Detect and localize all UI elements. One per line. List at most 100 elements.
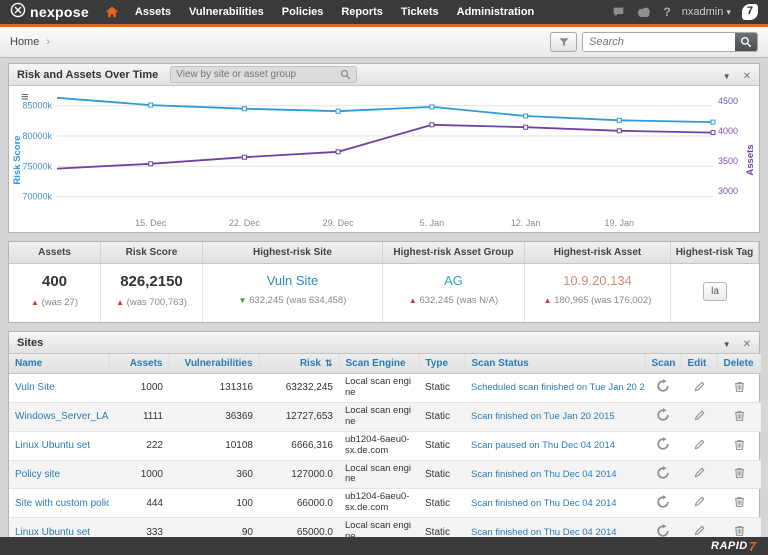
risk-assets-chart: 70000k75000k80000k85000k3000350040004500… [9, 88, 759, 232]
col-scan: Scan [645, 354, 681, 374]
edit-button[interactable] [693, 495, 706, 508]
scan-button[interactable] [656, 408, 670, 422]
site-name-link[interactable]: Linux Ubuntu set [15, 440, 90, 451]
cloud-icon[interactable] [636, 7, 652, 18]
collapse-panel-icon[interactable] [723, 335, 731, 351]
pencil-icon [693, 466, 706, 479]
nav-item-tickets[interactable]: Tickets [401, 6, 439, 18]
col-type[interactable]: Type [419, 354, 465, 374]
site-type: Static [419, 402, 465, 431]
svg-text:4500: 4500 [718, 96, 738, 106]
highest-risk-asset-group-delta: 632,245 (was N/A) [419, 295, 498, 306]
rapid7-logo[interactable]: 7 [742, 4, 758, 20]
col-assets[interactable]: Assets [109, 354, 169, 374]
help-icon[interactable]: ? [663, 5, 670, 19]
delete-button[interactable] [733, 466, 746, 479]
site-name-link[interactable]: Site with custom policy [15, 498, 109, 509]
nexpose-logo[interactable]: nexpose [10, 2, 89, 23]
site-scan-engine: Local scan engine [339, 460, 419, 489]
assets-delta: (was 27) [42, 297, 78, 308]
highest-risk-asset-group-link[interactable]: AG [387, 273, 520, 288]
scan-button[interactable] [656, 437, 670, 451]
chart-menu-icon[interactable] [21, 90, 28, 103]
pencil-icon [693, 409, 706, 422]
site-vulnerabilities: 360 [169, 460, 259, 489]
main-menu: Assets Vulnerabilities Policies Reports … [135, 6, 534, 18]
delete-button[interactable] [733, 524, 746, 537]
site-risk: 63232,245 [259, 374, 339, 403]
refresh-icon [656, 437, 670, 451]
risk-tag-badge[interactable]: la [703, 282, 727, 301]
site-assets: 444 [109, 489, 169, 518]
edit-button[interactable] [693, 380, 706, 393]
site-name-link[interactable]: Policy site [15, 469, 60, 480]
trash-icon [733, 524, 746, 537]
search-button[interactable] [735, 33, 757, 51]
nav-item-policies[interactable]: Policies [282, 6, 324, 18]
svg-text:12. Jan: 12. Jan [511, 218, 541, 228]
summary-highest-risk-tag-cell: la [671, 264, 759, 322]
highest-risk-site-link[interactable]: Vuln Site [207, 273, 378, 288]
col-scan-status[interactable]: Scan Status [465, 354, 645, 374]
close-panel-icon[interactable] [743, 335, 751, 351]
trend-up-icon: ▲ [544, 296, 552, 305]
scan-button[interactable] [656, 495, 670, 509]
scan-button[interactable] [656, 466, 670, 480]
home-icon[interactable] [105, 5, 119, 19]
delete-button[interactable] [733, 495, 746, 508]
scan-status-link[interactable]: Scan finished on Tue Jan 20 2015 [471, 411, 615, 422]
edit-button[interactable] [693, 409, 706, 422]
trash-icon [733, 466, 746, 479]
site-risk: 12727,653 [259, 402, 339, 431]
svg-text:5. Jan: 5. Jan [420, 218, 445, 228]
global-search-input[interactable] [583, 33, 735, 51]
scan-button[interactable] [656, 524, 670, 537]
breadcrumb[interactable]: Home [10, 36, 50, 48]
scan-status-link[interactable]: Scan finished on Thu Dec 04 2014 [471, 469, 617, 480]
site-row: Windows_Server_LAX 1111 36369 12727,653 … [9, 402, 761, 431]
summary-header-risk-score: Risk Score [101, 242, 203, 264]
sites-panel-title: Sites [17, 337, 43, 349]
scan-status-link[interactable]: Scan paused on Thu Dec 04 2014 [471, 440, 615, 451]
nav-item-assets[interactable]: Assets [135, 6, 171, 18]
scan-status-link[interactable]: Scan finished on Thu Dec 04 2014 [471, 527, 617, 537]
site-type: Static [419, 431, 465, 460]
col-name[interactable]: Name [9, 354, 109, 374]
edit-button[interactable] [693, 524, 706, 537]
assets-count: 400 [13, 273, 96, 290]
feedback-bubble-icon[interactable] [612, 6, 625, 18]
nav-item-administration[interactable]: Administration [457, 6, 535, 18]
collapse-panel-icon[interactable] [723, 67, 731, 83]
nav-item-vulnerabilities[interactable]: Vulnerabilities [189, 6, 264, 18]
sort-icon[interactable] [321, 358, 333, 369]
edit-button[interactable] [693, 466, 706, 479]
top-nav: nexpose Assets Vulnerabilities Policies … [0, 0, 768, 27]
user-menu[interactable]: nxadmin [682, 6, 731, 18]
delete-button[interactable] [733, 438, 746, 451]
scan-status-link[interactable]: Scan finished on Thu Dec 04 2014 [471, 498, 617, 509]
nav-item-reports[interactable]: Reports [341, 6, 383, 18]
highest-risk-asset-link[interactable]: 10.9.20.134 [529, 273, 666, 288]
summary-header-highest-risk-site: Highest-risk Site [203, 242, 383, 264]
edit-button[interactable] [693, 438, 706, 451]
site-name-link[interactable]: Windows_Server_LAX [15, 411, 109, 422]
site-name-link[interactable]: Linux Ubuntu set [15, 527, 90, 537]
site-scan-engine: ub1204-6aeu0-sx.de.com [339, 489, 419, 518]
delete-button[interactable] [733, 409, 746, 422]
svg-text:Assets: Assets [745, 144, 756, 175]
chart-filter-input[interactable] [176, 69, 336, 80]
col-risk[interactable]: Risk [259, 354, 339, 374]
breadcrumb-home[interactable]: Home [10, 36, 39, 48]
site-name-link[interactable]: Vuln Site [15, 382, 55, 393]
summary-assets-cell: 400 ▲ (was 27) [9, 264, 101, 322]
delete-button[interactable] [733, 380, 746, 393]
close-panel-icon[interactable] [743, 67, 751, 83]
search-options-button[interactable] [550, 32, 577, 52]
col-scan-engine[interactable]: Scan Engine [339, 354, 419, 374]
col-edit: Edit [681, 354, 717, 374]
col-vulnerabilities[interactable]: Vulnerabilities [169, 354, 259, 374]
site-scan-engine: Local scan engine [339, 402, 419, 431]
scan-status-link[interactable]: Scheduled scan finished on Tue Jan 20 20… [471, 382, 645, 393]
scan-button[interactable] [656, 379, 670, 393]
summary-strip: Assets Risk Score Highest-risk Site High… [8, 241, 760, 323]
